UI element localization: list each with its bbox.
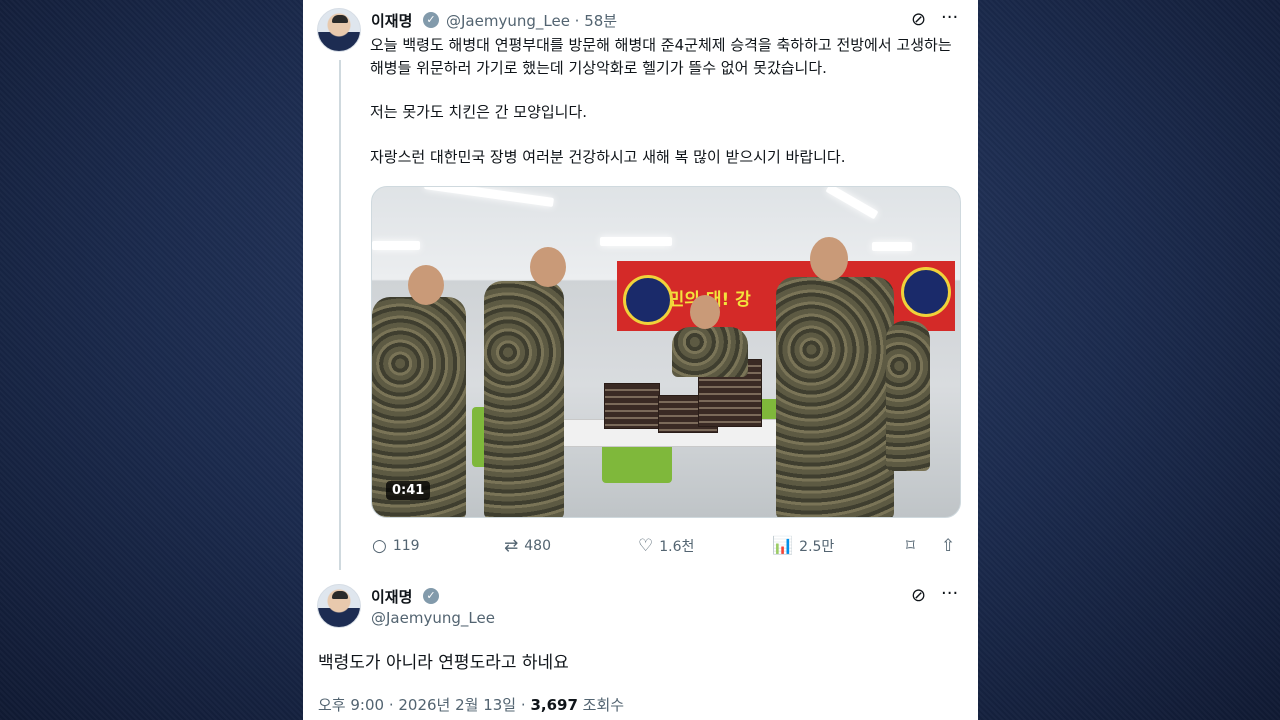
tweet-paragraph-3: 자랑스런 대한민국 장병 여러분 건강하시고 새해 복 많이 받으시기 바랍니다… — [370, 147, 846, 166]
food-box-stack — [604, 383, 660, 429]
ceiling-light — [825, 187, 879, 220]
view-label: 조회수 — [582, 696, 625, 714]
verified-badge-icon: ✓ — [423, 12, 439, 28]
soldier — [776, 277, 894, 517]
video-player[interactable]: 국민의 대! 강 0:41 — [371, 186, 961, 518]
heart-icon: ♡ — [638, 536, 654, 556]
ceiling-light — [872, 242, 912, 251]
ceiling-light — [424, 187, 554, 208]
thread-line — [339, 60, 341, 570]
share-icon: ⇧ — [941, 536, 956, 556]
ceiling-light — [600, 237, 672, 246]
reply-body: 백령도가 아니라 연평도라고 하네요 — [318, 653, 569, 673]
retweet-count: 480 — [524, 538, 551, 554]
views-button[interactable]: 📊 2.5만 — [772, 536, 834, 556]
author-handle[interactable]: @Jaemyung_Lee · 58분 — [446, 10, 617, 31]
retweet-icon: ⇄ — [504, 536, 519, 556]
view-count: 3,697 — [530, 696, 578, 714]
soldier-head — [690, 295, 720, 329]
tweet-paragraph-2: 저는 못가도 치킨은 간 모양입니다. — [370, 103, 588, 121]
soldier — [672, 327, 748, 377]
reply-icon: ○ — [372, 536, 387, 556]
soldier — [484, 281, 564, 517]
reply-meta: 오후 9:00 · 2026년 2월 13일 · 3,697 조회수 — [318, 694, 624, 715]
reply-button[interactable]: ○ 119 — [372, 536, 420, 556]
soldier-head — [408, 265, 444, 305]
reply-author-handle[interactable]: @Jaemyung_Lee — [371, 609, 495, 627]
timestamp[interactable]: 오후 9:00 · 2026년 2월 13일 — [318, 696, 516, 714]
soldier — [886, 321, 930, 471]
emblem-icon — [623, 275, 673, 325]
views-count: 2.5만 — [799, 539, 835, 555]
bookmark-icon: ⌑ — [906, 536, 915, 556]
bookmark-button[interactable]: ⌑ — [906, 536, 915, 556]
views-chart-icon: 📊 — [772, 536, 794, 556]
tweet-paragraph-1: 오늘 백령도 해병대 연평부대를 방문해 해병대 준4군체제 승격을 축하하고 … — [370, 36, 952, 77]
tweet-body: 오늘 백령도 해병대 연평부대를 방문해 해병대 준4군체제 승격을 축하하고 … — [370, 34, 960, 190]
like-button[interactable]: ♡ 1.6천 — [638, 536, 694, 556]
reply-author-name[interactable]: 이재명 — [371, 586, 412, 607]
retweet-button[interactable]: ⇄ 480 — [504, 536, 551, 556]
video-duration: 0:41 — [386, 481, 431, 500]
more-options-icon[interactable]: ··· — [941, 9, 958, 27]
meta-separator: · — [520, 696, 531, 714]
more-options-icon[interactable]: ··· — [941, 585, 958, 603]
reply-count: 119 — [392, 538, 420, 554]
author-name[interactable]: 이재명 — [371, 10, 412, 31]
grok-icon[interactable]: ⊘ — [911, 11, 926, 29]
verified-badge-icon: ✓ — [423, 588, 439, 604]
author-avatar[interactable] — [317, 8, 361, 52]
ceiling-light — [372, 241, 420, 250]
soldier-head — [530, 247, 566, 287]
grok-icon[interactable]: ⊘ — [911, 587, 926, 605]
soldier-head — [810, 237, 848, 281]
emblem-icon — [901, 267, 951, 317]
reply-author-avatar[interactable] — [317, 584, 361, 628]
share-button[interactable]: ⇧ — [941, 536, 955, 556]
like-count: 1.6천 — [659, 539, 695, 555]
